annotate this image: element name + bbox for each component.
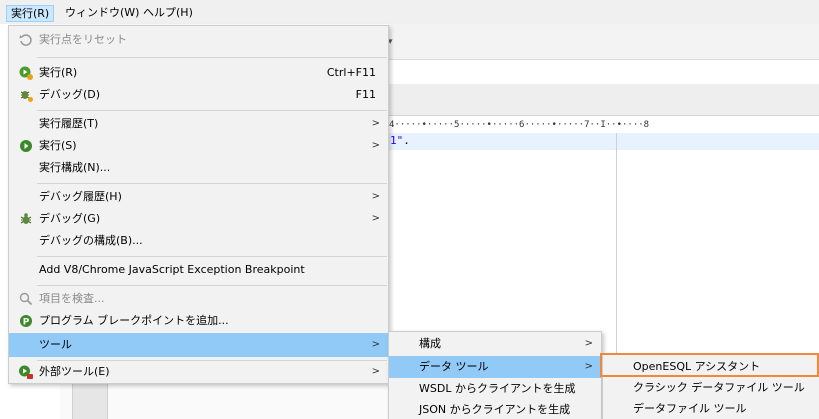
menu-item-debug[interactable]: デバッグ(D) F11: [9, 84, 388, 106]
menu-item-label: プログラム ブレークポイントを追加...: [39, 314, 229, 327]
debug-icon: [18, 87, 34, 103]
menu-item-label: 項目を検査...: [39, 292, 105, 305]
submenu-arrow-icon: >: [371, 213, 380, 224]
shortcut-label: Ctrl+F11: [326, 66, 376, 79]
menu-run[interactable]: 実行(R): [6, 5, 55, 22]
menu-item-label: データ ツール: [419, 360, 489, 373]
magnifier-icon: [18, 291, 34, 307]
code-punct: .: [403, 134, 410, 147]
menu-item-label: デバッグ履歴(H): [39, 190, 122, 203]
reset-icon: [18, 32, 34, 48]
menu-item-run-configs[interactable]: 実行構成(N)...: [9, 157, 388, 179]
submenu-arrow-icon: >: [371, 140, 380, 151]
menu-item-run-as[interactable]: 実行(S) >: [9, 135, 388, 157]
menu-item-wsdl-client[interactable]: WSDL からクライアントを生成: [389, 378, 601, 400]
menu-item-external-tools[interactable]: 外部ツール(E) >: [9, 361, 388, 383]
submenu-arrow-icon: >: [371, 339, 380, 350]
separator: [37, 57, 387, 58]
highlight-callout-box: [600, 353, 819, 377]
menu-item-label: 実行(S): [39, 139, 77, 152]
menu-item-data-tools[interactable]: データ ツール >: [389, 356, 601, 378]
menu-item-label: デバッグ(G): [39, 212, 101, 225]
editor-tab-bar: [388, 84, 819, 116]
menu-item-label: データファイル ツール: [633, 402, 747, 415]
menu-item-classic-datafile[interactable]: クラシック データファイル ツール: [603, 377, 819, 399]
submenu-arrow-icon: >: [371, 191, 380, 202]
menu-item-label: デバッグ(D): [39, 88, 101, 101]
menu-item-config[interactable]: 構成 >: [389, 333, 601, 355]
menu-item-label: WSDL からクライアントを生成: [419, 382, 576, 395]
menu-item-debug-configs[interactable]: デバッグの構成(B)...: [9, 230, 388, 252]
menu-item-reset[interactable]: 実行点をリセット: [9, 29, 388, 51]
menu-window[interactable]: ウィンドウ(W): [61, 5, 143, 22]
menu-item-json-client[interactable]: JSON からクライアントを生成: [389, 399, 601, 419]
external-tools-icon: [18, 364, 34, 380]
lower-panel: [60, 384, 390, 419]
separator: [37, 285, 387, 286]
separator: [37, 110, 387, 111]
menu-item-inspect[interactable]: 項目を検査...: [9, 288, 388, 310]
column-ruler: 4·····•·····5·····•·····6·····•·····7··I…: [389, 120, 650, 130]
menu-item-label: 実行履歴(T): [39, 117, 99, 130]
menu-item-label: 実行(R): [39, 66, 78, 79]
bug-icon: [18, 211, 34, 227]
menu-item-label: クラシック データファイル ツール: [633, 381, 805, 394]
tools-submenu: 構成 > データ ツール > WSDL からクライアントを生成 JSON からク…: [388, 331, 602, 419]
menu-item-label: デバッグの構成(B)...: [39, 234, 143, 247]
menu-help[interactable]: ヘルプ(H): [139, 5, 197, 22]
current-line-highlight: [388, 133, 819, 150]
menubar: 実行(R) ウィンドウ(W) ヘルプ(H): [0, 0, 819, 24]
menu-item-debug-history[interactable]: デバッグ履歴(H) >: [9, 186, 388, 208]
breakpoint-icon: P: [18, 313, 34, 329]
menu-item-label: 外部ツール(E): [39, 365, 110, 378]
menu-item-label: 実行点をリセット: [39, 33, 127, 46]
code-line[interactable]: 1".: [390, 134, 410, 147]
separator: [37, 183, 387, 184]
menu-item-label: 構成: [419, 337, 441, 350]
menu-item-add-breakpoint[interactable]: P プログラム ブレークポイントを追加...: [9, 310, 388, 332]
menu-item-label: Add V8/Chrome JavaScript Exception Break…: [39, 263, 305, 276]
submenu-arrow-icon: >: [371, 366, 380, 377]
run-as-icon: [18, 138, 34, 154]
code-text: 1": [390, 134, 404, 147]
menu-item-tools[interactable]: ツール >: [9, 333, 388, 357]
menu-item-label: ツール: [39, 338, 72, 351]
menu-item-datafile-tool[interactable]: データファイル ツール: [603, 398, 819, 419]
svg-text:P: P: [23, 318, 30, 328]
menu-item-run-history[interactable]: 実行履歴(T) >: [9, 113, 388, 135]
submenu-arrow-icon: >: [371, 118, 380, 129]
run-icon: [18, 65, 34, 81]
separator: [37, 256, 387, 257]
toolbar: [388, 24, 819, 60]
menu-item-debug-as[interactable]: デバッグ(G) >: [9, 208, 388, 230]
shortcut-label: F11: [355, 88, 376, 101]
submenu-arrow-icon: >: [584, 361, 593, 372]
submenu-arrow-icon: >: [584, 338, 593, 349]
scrollbar[interactable]: [72, 384, 108, 419]
menu-item-add-exception-breakpoint[interactable]: Add V8/Chrome JavaScript Exception Break…: [9, 259, 388, 281]
menu-item-label: JSON からクライアントを生成: [419, 403, 571, 416]
run-menu: 実行点をリセット 実行(R) Ctrl+F11 デバッグ(D) F11 実行履歴…: [8, 25, 389, 384]
menu-item-run[interactable]: 実行(R) Ctrl+F11: [9, 62, 388, 84]
menu-item-label: 実行構成(N)...: [39, 161, 111, 174]
